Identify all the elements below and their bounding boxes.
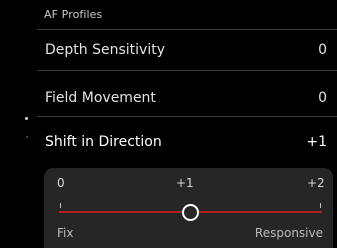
slider-thumb[interactable]: [182, 204, 199, 221]
slider-panel: 0 +1 +2 Fix Responsive: [44, 168, 333, 248]
af-profiles-screen: AF Profiles Depth Sensitivity 0 Field Mo…: [0, 0, 337, 248]
menu-item-value: 0: [318, 90, 327, 106]
menu-item-label: Depth Sensitivity: [45, 42, 165, 58]
menu-item-depth-sensitivity[interactable]: Depth Sensitivity 0: [37, 31, 337, 69]
slider-tick-label-max: +2: [307, 176, 325, 190]
divider: [37, 29, 337, 30]
menu-header: AF Profiles: [44, 8, 103, 21]
menu-item-shift-in-direction[interactable]: Shift in Direction +1: [37, 123, 337, 161]
menu-item-label: Field Movement: [45, 90, 156, 106]
page-indicator-dot: [26, 136, 28, 138]
slider-max-label: Responsive: [254, 226, 323, 240]
menu-item-value: +1: [306, 134, 327, 150]
menu-item-label: Shift in Direction: [45, 134, 162, 150]
slider-tick-max: [320, 203, 321, 208]
slider-min-label: Fix: [57, 226, 74, 240]
divider: [37, 116, 337, 117]
slider-tick-label-mid: +1: [176, 176, 194, 190]
slider-tick-label-min: 0: [57, 176, 65, 190]
menu-item-field-movement[interactable]: Field Movement 0: [37, 79, 337, 117]
menu-item-value: 0: [318, 42, 327, 58]
page-indicator-dot-active: [25, 117, 28, 120]
divider: [37, 70, 337, 71]
slider-tick-min: [60, 203, 61, 208]
